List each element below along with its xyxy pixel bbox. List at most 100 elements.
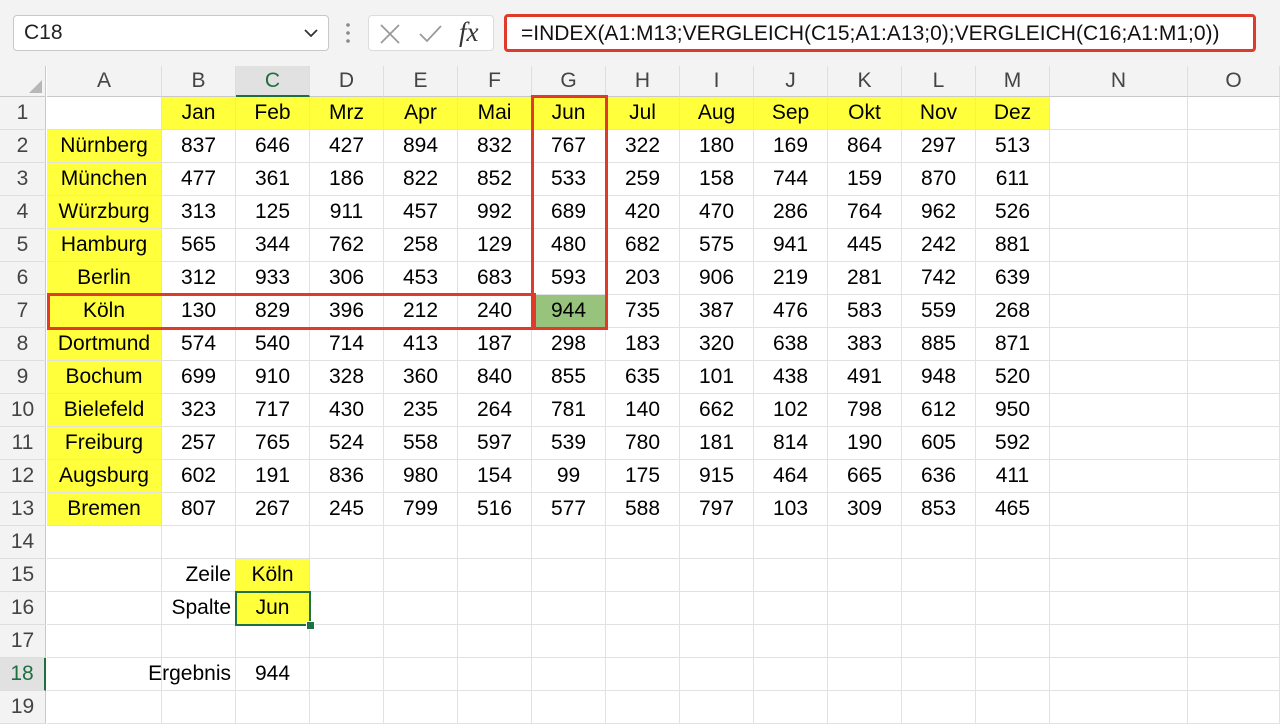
value-cell[interactable]: 281 [828, 262, 902, 295]
cell-d15[interactable] [310, 559, 384, 592]
value-cell[interactable]: 181 [680, 427, 754, 460]
cell-o18[interactable] [1188, 658, 1280, 691]
column-header-g[interactable]: G [532, 66, 606, 97]
row-header-2[interactable]: 2 [0, 130, 46, 163]
cell-m14[interactable] [976, 526, 1050, 559]
month-header-cell[interactable]: Nov [902, 97, 976, 130]
cell-k18[interactable] [828, 658, 902, 691]
column-header-j[interactable]: J [754, 66, 828, 97]
value-cell[interactable]: 191 [236, 460, 310, 493]
value-cell[interactable]: 383 [828, 328, 902, 361]
cell-o16[interactable] [1188, 592, 1280, 625]
cell-g16[interactable] [532, 592, 606, 625]
row-header-3[interactable]: 3 [0, 163, 46, 196]
value-cell[interactable]: 864 [828, 130, 902, 163]
cell-g18[interactable] [532, 658, 606, 691]
month-header-cell[interactable]: Jun [532, 97, 606, 130]
cell-k16[interactable] [828, 592, 902, 625]
value-cell[interactable]: 941 [754, 229, 828, 262]
column-header-i[interactable]: I [680, 66, 754, 97]
value-cell[interactable]: 638 [754, 328, 828, 361]
value-cell[interactable]: 154 [458, 460, 532, 493]
value-cell[interactable]: 933 [236, 262, 310, 295]
row-header-5[interactable]: 5 [0, 229, 46, 262]
month-header-cell[interactable]: Feb [236, 97, 310, 130]
cell-n13[interactable] [1050, 493, 1188, 526]
cell-n17[interactable] [1050, 625, 1188, 658]
cell-i16[interactable] [680, 592, 754, 625]
value-cell[interactable]: 689 [532, 196, 606, 229]
value-cell[interactable]: 832 [458, 130, 532, 163]
value-cell[interactable]: 524 [310, 427, 384, 460]
cell-f14[interactable] [458, 526, 532, 559]
month-header-cell[interactable]: Mrz [310, 97, 384, 130]
value-cell[interactable]: 699 [162, 361, 236, 394]
value-cell[interactable]: 477 [162, 163, 236, 196]
value-cell[interactable]: 476 [754, 295, 828, 328]
value-cell[interactable]: 387 [680, 295, 754, 328]
value-cell[interactable]: 840 [458, 361, 532, 394]
value-cell[interactable]: 639 [976, 262, 1050, 295]
value-cell[interactable]: 836 [310, 460, 384, 493]
value-cell[interactable]: 411 [976, 460, 1050, 493]
value-cell[interactable]: 665 [828, 460, 902, 493]
value-cell[interactable]: 855 [532, 361, 606, 394]
cell-n12[interactable] [1050, 460, 1188, 493]
column-header-m[interactable]: M [976, 66, 1050, 97]
value-cell[interactable]: 158 [680, 163, 754, 196]
cell-a19[interactable] [47, 691, 162, 724]
cell-c19[interactable] [236, 691, 310, 724]
value-cell[interactable]: 186 [310, 163, 384, 196]
column-header-o[interactable]: O [1188, 66, 1280, 97]
value-cell[interactable]: 583 [828, 295, 902, 328]
cell-l16[interactable] [902, 592, 976, 625]
value-cell[interactable]: 320 [680, 328, 754, 361]
value-cell[interactable]: 140 [606, 394, 680, 427]
cell-j19[interactable] [754, 691, 828, 724]
value-cell[interactable]: 169 [754, 130, 828, 163]
value-cell[interactable]: 948 [902, 361, 976, 394]
column-header-k[interactable]: K [828, 66, 902, 97]
value-cell[interactable]: 159 [828, 163, 902, 196]
cell-m19[interactable] [976, 691, 1050, 724]
column-label-cell[interactable]: Spalte [162, 592, 236, 625]
month-header-cell[interactable]: Jan [162, 97, 236, 130]
cell-b17[interactable] [162, 625, 236, 658]
cell-n19[interactable] [1050, 691, 1188, 724]
value-cell[interactable]: 470 [680, 196, 754, 229]
city-cell[interactable]: Hamburg [47, 229, 162, 262]
cell-g17[interactable] [532, 625, 606, 658]
cell-b14[interactable] [162, 526, 236, 559]
value-cell[interactable]: 190 [828, 427, 902, 460]
value-cell[interactable]: 520 [976, 361, 1050, 394]
value-cell[interactable]: 822 [384, 163, 458, 196]
cell-i18[interactable] [680, 658, 754, 691]
cell-e15[interactable] [384, 559, 458, 592]
value-cell[interactable]: 829 [236, 295, 310, 328]
value-cell[interactable]: 219 [754, 262, 828, 295]
result-label-cell[interactable]: Ergebnis [148, 658, 236, 691]
cell-a16[interactable] [47, 592, 162, 625]
cell-n1[interactable] [1050, 97, 1188, 130]
value-cell[interactable]: 714 [310, 328, 384, 361]
city-cell[interactable]: Köln [47, 295, 162, 328]
cell-j18[interactable] [754, 658, 828, 691]
value-cell[interactable]: 798 [828, 394, 902, 427]
cell-e19[interactable] [384, 691, 458, 724]
cell-d18[interactable] [310, 658, 384, 691]
cell-e16[interactable] [384, 592, 458, 625]
cell-e14[interactable] [384, 526, 458, 559]
month-header-cell[interactable]: Aug [680, 97, 754, 130]
value-cell[interactable]: 612 [902, 394, 976, 427]
row-header-16[interactable]: 16 [0, 592, 46, 625]
chevron-down-icon[interactable] [302, 24, 320, 42]
value-cell[interactable]: 558 [384, 427, 458, 460]
value-cell[interactable]: 430 [310, 394, 384, 427]
value-cell[interactable]: 881 [976, 229, 1050, 262]
value-cell[interactable]: 438 [754, 361, 828, 394]
column-header-l[interactable]: L [902, 66, 976, 97]
cell-o15[interactable] [1188, 559, 1280, 592]
value-cell[interactable]: 780 [606, 427, 680, 460]
value-cell[interactable]: 101 [680, 361, 754, 394]
value-cell[interactable]: 453 [384, 262, 458, 295]
